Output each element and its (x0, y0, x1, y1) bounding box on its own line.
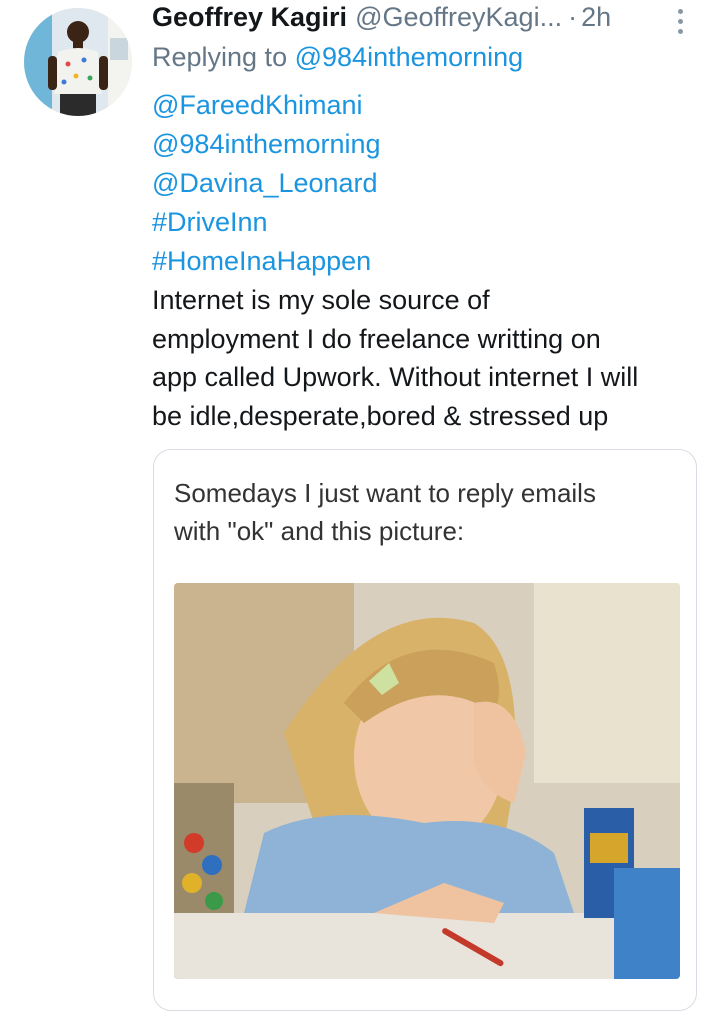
tweet-body: Internet is my sole source of employment… (152, 281, 712, 435)
mention-list: @FareedKhimani @984inthemorning @Davina_… (152, 86, 381, 281)
body-line: employment I do freelance writting on (152, 323, 601, 354)
meme-caption-line: with "ok" and this picture: (174, 516, 465, 546)
hashtag-homeinahappen[interactable]: #HomeInaHappen (152, 246, 371, 276)
more-dot (677, 18, 683, 24)
body-line: be idle,desperate,bored & stressed up (152, 400, 609, 431)
body-line: app called Upwork. Without internet I wi… (152, 362, 639, 392)
body-line: Internet is my sole source of (152, 285, 490, 315)
avatar-photo (24, 8, 132, 116)
mention-fareedkhimani[interactable]: @FareedKhimani (152, 90, 363, 120)
more-options-icon[interactable] (671, 4, 689, 38)
replying-to-link[interactable]: @984inthemorning (295, 42, 524, 72)
mention-davina-leonard[interactable]: @Davina_Leonard (152, 168, 378, 198)
meme-image[interactable] (174, 583, 680, 979)
timestamp[interactable]: 2h (581, 2, 611, 33)
tweet-header: Geoffrey Kagiri @GeoffreyKagi... · 2h (152, 2, 692, 36)
media-card[interactable]: Somedays I just want to reply emails wit… (153, 449, 697, 1011)
replying-prefix: Replying to (152, 42, 288, 72)
replying-to: Replying to @984inthemorning (152, 42, 523, 73)
more-dot (677, 28, 683, 34)
user-handle[interactable]: @GeoffreyKagi... (355, 2, 562, 33)
meme-caption-line: Somedays I just want to reply emails (174, 478, 596, 508)
more-dot (677, 8, 683, 14)
avatar[interactable] (24, 8, 132, 116)
separator-dot: · (568, 2, 578, 32)
meme-image-illustration (174, 583, 680, 979)
hashtag-driveinn[interactable]: #DriveInn (152, 207, 268, 237)
display-name[interactable]: Geoffrey Kagiri (152, 2, 347, 33)
meme-caption: Somedays I just want to reply emails wit… (174, 474, 674, 550)
mention-984inthemorning[interactable]: @984inthemorning (152, 129, 381, 159)
